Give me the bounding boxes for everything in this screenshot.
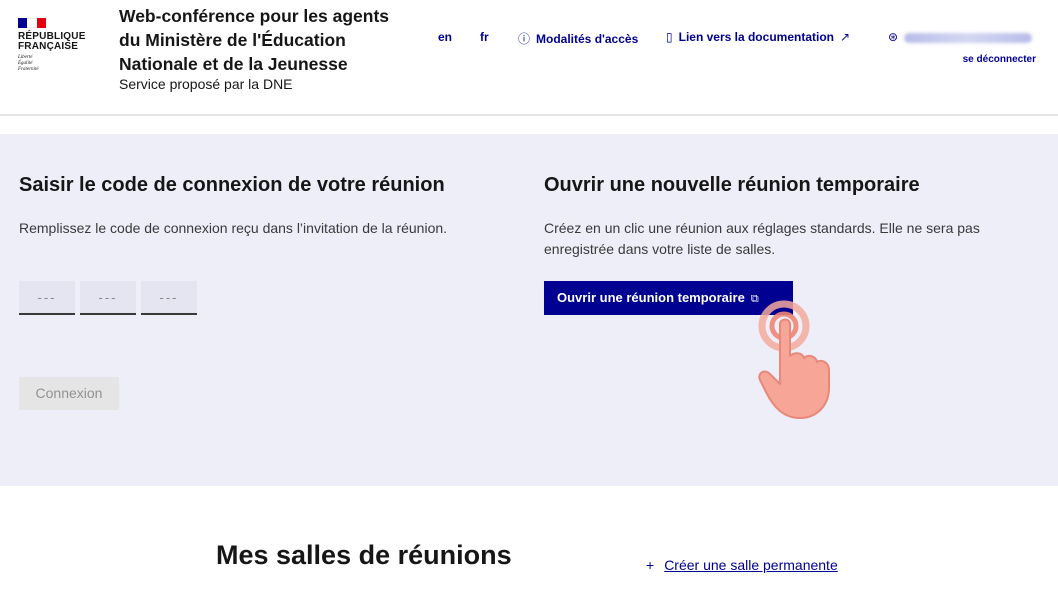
rf-motto: Liberté Égalité Fraternité — [18, 55, 39, 72]
language-en-link[interactable]: en — [438, 30, 452, 44]
service-tagline: Service proposé par la DNE — [119, 76, 293, 92]
open-temporary-meeting-label: Ouvrir une réunion temporaire — [557, 290, 745, 305]
my-rooms-title: Mes salles de réunions — [216, 540, 512, 570]
documentation-label: Lien vers la documentation — [678, 30, 834, 44]
join-description: Remplissez le code de connexion reçu dan… — [19, 220, 448, 236]
create-permanent-room-label: Créer une salle permanente — [664, 557, 838, 573]
external-link-icon: ↗ — [839, 30, 851, 44]
language-fr-link[interactable]: fr — [480, 30, 489, 44]
book-icon: ▯ — [666, 30, 673, 44]
user-account-link[interactable]: ⊛ — [888, 30, 1033, 44]
republique-francaise-logo[interactable]: RÉPUBLIQUE FRANÇAISE Liberté Égalité Fra… — [18, 18, 98, 73]
logout-link[interactable]: se déconnecter — [963, 54, 1036, 65]
info-icon: ⓘ — [518, 32, 531, 46]
user-icon: ⊛ — [888, 30, 899, 44]
code-input-3[interactable]: --- — [141, 281, 197, 315]
quick-meeting-description: Créez en un clic une réunion aux réglage… — [544, 220, 980, 257]
create-permanent-room-link[interactable]: + Créer une salle permanente — [646, 557, 838, 573]
open-temporary-meeting-button[interactable]: Ouvrir une réunion temporaire ⧉ — [544, 281, 793, 315]
access-modalities-label: Modalités d'accès — [536, 32, 639, 46]
user-name-blurred — [904, 32, 1033, 43]
documentation-link[interactable]: ▯ Lien vers la documentation ↗ — [666, 30, 850, 44]
connect-button[interactable]: Connexion — [19, 377, 119, 410]
plus-icon: + — [646, 557, 655, 573]
french-flag-icon — [18, 18, 46, 28]
service-title[interactable]: Web-conférence pour les agents du Minist… — [119, 4, 409, 76]
code-input-1[interactable]: --- — [19, 281, 75, 315]
quick-meeting-title: Ouvrir une nouvelle réunion temporaire — [544, 174, 920, 196]
code-input-2[interactable]: --- — [80, 281, 136, 315]
access-modalities-link[interactable]: ⓘ Modalités d'accès — [518, 30, 638, 47]
site-header: RÉPUBLIQUE FRANÇAISE Liberté Égalité Fra… — [0, 0, 1058, 116]
video-icon: ⧉ — [750, 293, 759, 305]
rf-name: RÉPUBLIQUE FRANÇAISE — [18, 31, 86, 52]
join-title: Saisir le code de connexion de votre réu… — [19, 174, 445, 196]
